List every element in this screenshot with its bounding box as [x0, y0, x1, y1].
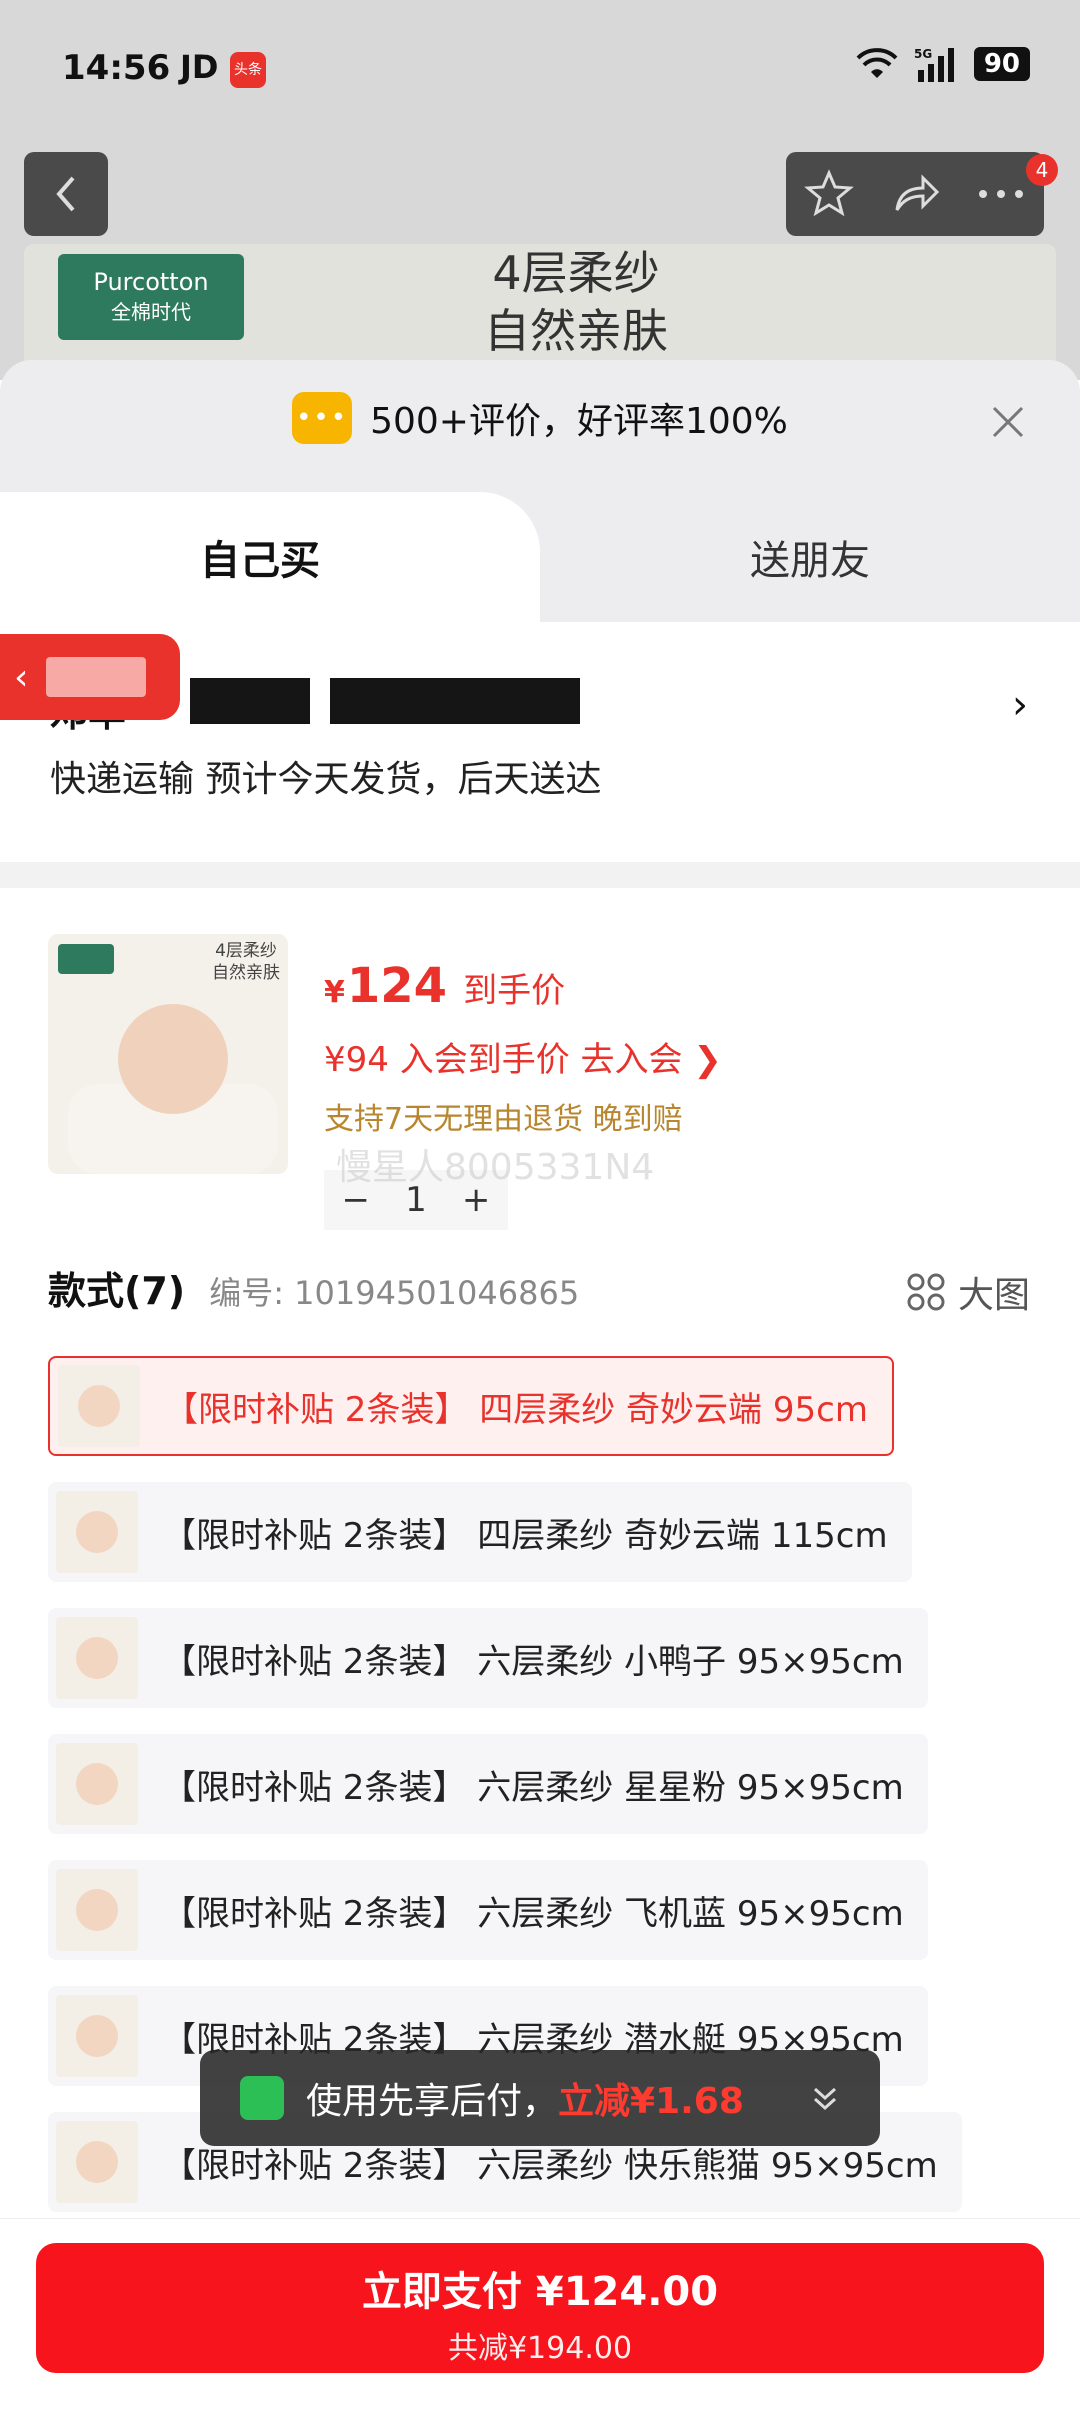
status-time: 14:56: [62, 48, 171, 88]
price-row: ¥ 124 到手价: [324, 958, 565, 1014]
star-icon[interactable]: [803, 168, 855, 220]
price-symbol: ¥: [324, 975, 345, 1010]
thumbnail-baby: [118, 1004, 228, 1114]
style-option[interactable]: 【限时补贴 2条装】 六层柔纱 星星粉 95×95cm: [48, 1734, 928, 1834]
option-thumbnail: [58, 1365, 140, 1447]
option-thumbnail: [56, 1617, 138, 1699]
tab-self-buy[interactable]: 自己买: [0, 492, 540, 622]
app-notification-icon: 头条: [230, 52, 266, 88]
toast-discount: 立减¥1.68: [558, 2081, 744, 2122]
product-thumbnail[interactable]: 4层柔纱 自然亲肤: [48, 934, 288, 1174]
watermark: 慢星人8005331N4: [336, 1147, 655, 1188]
option-label: 【限时补贴 2条装】 四层柔纱 奇妙云端 115cm: [162, 1515, 888, 1556]
divider: [0, 862, 1080, 888]
option-thumbnail: [56, 1743, 138, 1825]
service-promise: 支持7天无理由退货 晚到赔: [324, 1102, 683, 1137]
brand-name-cn: 全棉时代: [111, 300, 191, 324]
sheet-header: ••• 500+评价，好评率100% 自己买 送朋友: [0, 360, 1080, 622]
option-label: 【限时补贴 2条装】 六层柔纱 飞机蓝 95×95cm: [162, 1893, 904, 1934]
floating-back-tag[interactable]: ‹: [0, 634, 180, 720]
wifi-icon: [856, 48, 898, 78]
more-icon[interactable]: [975, 184, 1027, 204]
pay-now-button[interactable]: 立即支付 ¥124.00 共减¥194.00: [36, 2243, 1044, 2373]
pay-later-toast[interactable]: 使用先享后付， 立减¥1.68: [200, 2050, 880, 2146]
styles-title: 款式(7): [48, 1269, 186, 1313]
nav-actions: [786, 152, 1044, 236]
back-button[interactable]: [24, 152, 108, 236]
price-label: 到手价: [463, 971, 566, 1011]
tab-friend-label: 送朋友: [750, 538, 870, 584]
address-redacted-2: [330, 678, 580, 724]
option-thumbnail: [56, 1995, 138, 2077]
status-bar: 14:56 JD 头条 5G 90: [0, 0, 1080, 140]
nav-badge: 4: [1026, 154, 1058, 186]
shipping-estimate: 快递运输 预计今天发货，后天送达: [50, 759, 602, 800]
toast-text: 使用先享后付，: [306, 2081, 559, 2122]
banner-headline: 4层柔纱 自然亲肤: [484, 246, 668, 358]
brand-name: Purcotton: [93, 268, 209, 296]
share-icon[interactable]: [889, 168, 941, 220]
pay-discount-label: 共减¥194.00: [447, 2331, 633, 2366]
shopping-bag-icon: [240, 2076, 284, 2120]
price-value: 124: [346, 958, 448, 1014]
style-option[interactable]: 【限时补贴 2条装】 四层柔纱 奇妙云端 115cm: [48, 1482, 912, 1582]
option-thumbnail: [56, 2121, 138, 2203]
status-carrier: JD: [180, 48, 219, 86]
option-label: 【限时补贴 2条装】 六层柔纱 小鸭子 95×95cm: [162, 1641, 904, 1682]
style-option[interactable]: 【限时补贴 2条装】 四层柔纱 奇妙云端 95cm: [48, 1356, 894, 1456]
brand-logo: Purcotton 全棉时代: [58, 254, 244, 340]
thumbnail-logo: [58, 944, 114, 974]
svg-text:5G: 5G: [914, 47, 932, 61]
option-thumbnail: [56, 1491, 138, 1573]
pay-main-label: 立即支付 ¥124.00: [361, 2269, 719, 2315]
member-price-link[interactable]: ¥94 入会到手价 去入会 ❯: [324, 1032, 722, 1081]
option-label: 【限时补贴 2条装】 六层柔纱 星星粉 95×95cm: [162, 1767, 904, 1808]
chevron-left-icon: [56, 176, 75, 212]
product-summary: 4层柔纱 自然亲肤 ¥ 124 到手价 ¥94 入会到手价 去入会 ❯ 支持7天…: [0, 888, 1080, 1230]
tab-gift-friend[interactable]: 送朋友: [540, 492, 1080, 622]
rating-text: 500+评价，好评率100%: [370, 401, 788, 442]
tab-self-label: 自己买: [200, 538, 320, 584]
chevron-down-icon: [813, 2087, 837, 2111]
chevron-right-icon: ›: [1012, 682, 1028, 728]
status-indicators: 5G 90: [856, 46, 1030, 82]
option-thumbnail: [56, 1869, 138, 1951]
rating-summary: ••• 500+评价，好评率100%: [0, 392, 1080, 444]
signal-icon: 5G: [914, 47, 954, 82]
style-option[interactable]: 【限时补贴 2条装】 六层柔纱 飞机蓝 95×95cm: [48, 1860, 928, 1960]
chat-bubble-icon: •••: [292, 392, 353, 444]
blurred-label: [46, 657, 147, 697]
pay-bar: 立即支付 ¥124.00 共减¥194.00: [0, 2218, 1080, 2411]
option-label: 【限时补贴 2条装】 四层柔纱 奇妙云端 95cm: [164, 1389, 868, 1430]
background-product-page: 14:56 JD 头条 5G 90 4 Purcotton 全棉时代 4层柔纱 …: [0, 0, 1080, 380]
grid-icon: [907, 1273, 945, 1311]
styles-header: 款式(7) 编号: 10194501046865: [48, 1260, 1032, 1315]
close-icon[interactable]: [988, 402, 1028, 442]
chevron-left-icon: ‹: [14, 656, 29, 698]
big-view-label: 大图: [957, 1275, 1030, 1316]
battery-indicator: 90: [973, 47, 1030, 81]
sku-number: 编号: 10194501046865: [209, 1274, 580, 1312]
big-view-toggle[interactable]: 大图: [906, 1266, 1030, 1318]
address-redacted: [190, 678, 310, 724]
style-option[interactable]: 【限时补贴 2条装】 六层柔纱 小鸭子 95×95cm: [48, 1608, 928, 1708]
thumbnail-text: 4层柔纱 自然亲肤: [212, 941, 280, 983]
